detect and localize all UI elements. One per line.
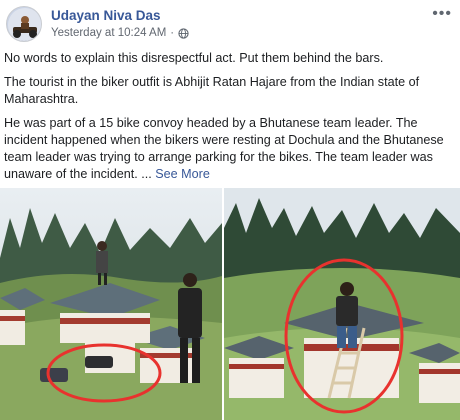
post-meta: Yesterday at 10:24 AM · bbox=[51, 27, 189, 39]
author-name[interactable]: Udayan Niva Das bbox=[51, 8, 161, 23]
meta-separator: · bbox=[170, 27, 175, 39]
photo-stupas-left[interactable] bbox=[0, 188, 222, 420]
see-more-link[interactable]: See More bbox=[155, 167, 210, 181]
post-timestamp[interactable]: Yesterday at 10:24 AM bbox=[51, 27, 166, 39]
photo-grid bbox=[0, 188, 460, 420]
post-paragraph-last: He was part of a 15 bike convoy headed b… bbox=[4, 115, 456, 183]
post-text: No words to explain this disrespectful a… bbox=[4, 50, 456, 190]
more-options-icon[interactable]: ••• bbox=[432, 6, 452, 22]
facebook-post: Udayan Niva Das Yesterday at 10:24 AM · … bbox=[0, 0, 460, 420]
author-avatar[interactable] bbox=[6, 6, 42, 42]
post-paragraph-text: He was part of a 15 bike convoy headed b… bbox=[4, 116, 444, 181]
post-paragraph: No words to explain this disrespectful a… bbox=[4, 51, 384, 65]
post-paragraph: The tourist in the biker outfit is Abhij… bbox=[4, 75, 420, 106]
post-header: Udayan Niva Das Yesterday at 10:24 AM · … bbox=[6, 4, 456, 44]
globe-icon[interactable] bbox=[178, 27, 189, 39]
photo-stupas-right[interactable] bbox=[224, 188, 460, 420]
